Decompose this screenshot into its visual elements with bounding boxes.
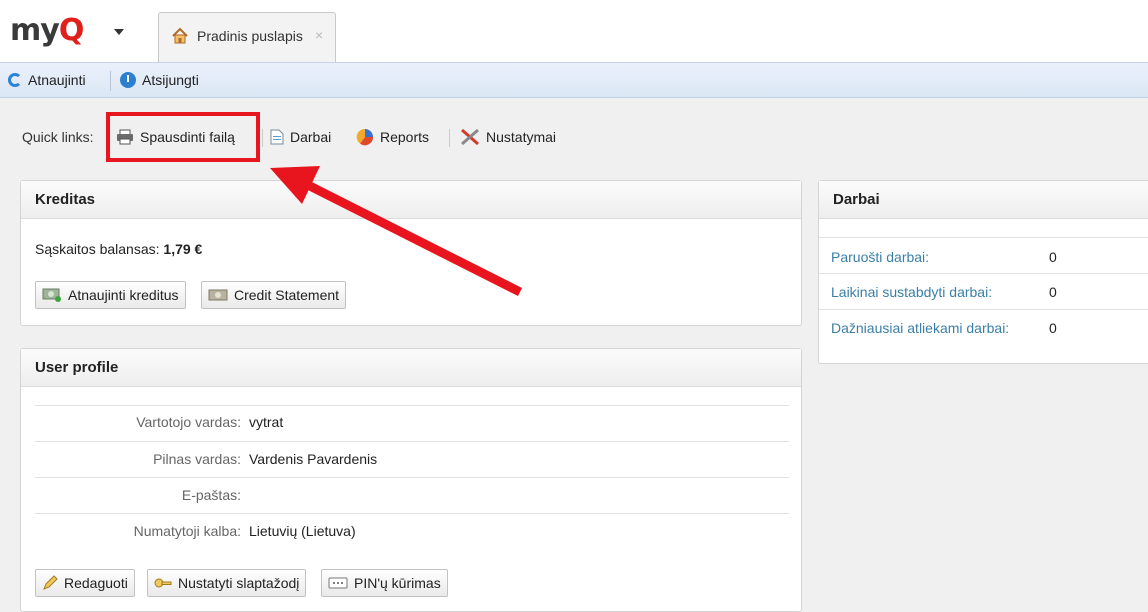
field-label: Pilnas vardas: — [153, 451, 241, 467]
refresh-label: Atnaujinti — [28, 72, 86, 88]
app-header: myQ Pradinis puslapis × — [0, 0, 1148, 62]
user-profile-panel: User profile Vartotojo vardas: vytrat Pi… — [20, 348, 802, 612]
pencil-icon — [43, 575, 58, 590]
full-name-value: Vardenis Pavardenis — [249, 451, 378, 467]
jobs-panel: Darbai Paruošti darbai: 0 Laikinai susta… — [818, 180, 1148, 364]
balance-label: Sąskaitos balansas: — [35, 241, 160, 257]
refresh-button[interactable]: Atnaujinti — [8, 63, 86, 97]
refill-credit-button[interactable]: Atnaujinti kreditus — [35, 281, 186, 309]
row-divider — [35, 477, 789, 478]
quick-link-label: Darbai — [290, 129, 332, 145]
row-divider — [819, 273, 1148, 274]
field-label: E-paštas: — [181, 487, 241, 503]
language-value: Lietuvių (Lietuva) — [249, 523, 356, 539]
home-icon — [172, 27, 188, 44]
power-icon — [120, 72, 136, 88]
ready-jobs-count: 0 — [1049, 249, 1057, 265]
edit-button[interactable]: Redaguoti — [35, 569, 135, 597]
paused-jobs-link[interactable]: Laikinai sustabdyti darbai: — [831, 284, 992, 300]
panel-title: User profile — [21, 349, 801, 387]
quick-link-label: Nustatymai — [486, 129, 557, 145]
field-label: Vartotojo vardas: — [136, 414, 241, 430]
close-icon[interactable]: × — [315, 27, 323, 43]
quick-link-label: Reports — [380, 129, 430, 145]
myq-logo[interactable]: myQ — [10, 13, 84, 48]
annotation-arrow — [270, 166, 523, 297]
quick-link-reports[interactable]: Reports — [356, 125, 429, 149]
toolbar-divider — [110, 71, 111, 91]
tools-icon — [461, 128, 479, 146]
money-add-icon — [42, 288, 61, 302]
set-password-button[interactable]: Nustatyti slaptažodį — [147, 569, 307, 597]
button-label: Atnaujinti kreditus — [68, 287, 179, 303]
quick-link-settings[interactable]: Nustatymai — [460, 125, 556, 149]
tab-label: Pradinis puslapis — [197, 28, 303, 44]
button-label: Redaguoti — [64, 575, 128, 591]
pie-chart-icon — [356, 128, 374, 146]
quick-links-divider — [449, 129, 450, 147]
button-label: Nustatyti slaptažodį — [178, 575, 300, 591]
document-icon — [270, 129, 284, 145]
logo-q: Q — [58, 13, 84, 48]
refresh-icon — [8, 73, 22, 87]
chevron-down-icon[interactable] — [114, 29, 124, 35]
row-divider — [35, 405, 789, 406]
quick-link-jobs[interactable]: Darbai — [270, 125, 331, 149]
key-icon — [154, 578, 172, 588]
money-icon — [208, 289, 228, 301]
highlight-box — [106, 112, 260, 162]
balance-row: Sąskaitos balansas: 1,79 € — [35, 241, 202, 257]
logout-button[interactable]: Atsijungti — [120, 63, 199, 97]
pin-icon — [328, 577, 348, 589]
row-divider — [819, 309, 1148, 310]
row-divider — [819, 237, 1148, 238]
pin-generation-button[interactable]: PIN'ų kūrimas — [321, 569, 448, 597]
tab-home[interactable]: Pradinis puslapis × — [158, 12, 336, 62]
quick-links-divider — [262, 129, 263, 147]
logout-label: Atsijungti — [142, 72, 199, 88]
logo-text: my — [10, 13, 60, 48]
paused-jobs-count: 0 — [1049, 284, 1057, 300]
panel-title: Darbai — [819, 181, 1148, 219]
row-divider — [35, 441, 789, 442]
balance-value: 1,79 € — [163, 241, 203, 257]
favorite-jobs-count: 0 — [1049, 320, 1057, 336]
button-label: PIN'ų kūrimas — [354, 575, 441, 591]
favorite-jobs-link[interactable]: Dažniausiai atliekami darbai: — [831, 320, 1009, 336]
quick-links-label: Quick links: — [22, 129, 94, 145]
row-divider — [35, 513, 789, 514]
ready-jobs-link[interactable]: Paruošti darbai: — [831, 249, 929, 265]
toolbar: Atnaujinti Atsijungti — [0, 62, 1148, 98]
field-label: Numatytoji kalba: — [133, 523, 241, 539]
username-value: vytrat — [249, 414, 284, 430]
